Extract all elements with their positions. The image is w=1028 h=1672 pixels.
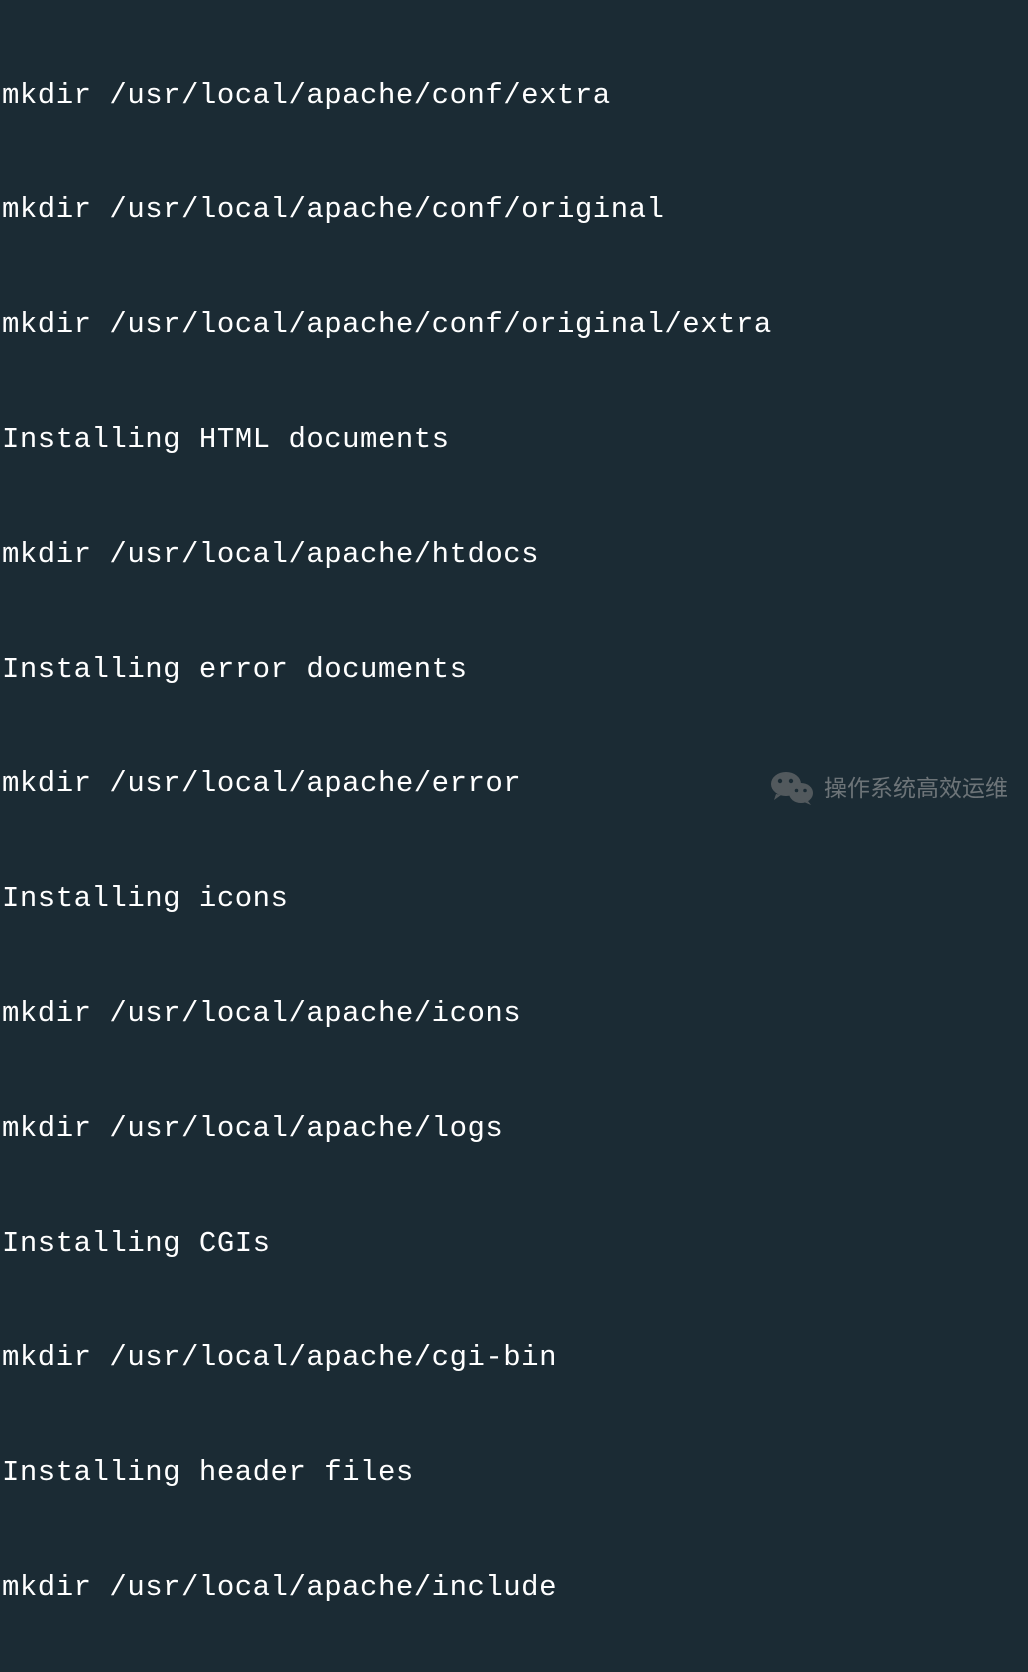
terminal-line: mkdir /usr/local/apache/conf/extra: [2, 77, 1028, 115]
terminal-line: mkdir /usr/local/apache/include: [2, 1569, 1028, 1607]
terminal-line: Installing icons: [2, 880, 1028, 918]
watermark: 操作系统高效运维: [770, 770, 1008, 806]
watermark-text: 操作系统高效运维: [824, 773, 1008, 803]
wechat-icon: [770, 770, 814, 806]
terminal-line: mkdir /usr/local/apache/cgi-bin: [2, 1339, 1028, 1377]
terminal-line: mkdir /usr/local/apache/logs: [2, 1110, 1028, 1148]
terminal-line: mkdir /usr/local/apache/conf/original/ex…: [2, 306, 1028, 344]
terminal-line: mkdir /usr/local/apache/icons: [2, 995, 1028, 1033]
terminal-line: mkdir /usr/local/apache/conf/original: [2, 191, 1028, 229]
terminal-line: Installing error documents: [2, 651, 1028, 689]
terminal-line: Installing CGIs: [2, 1225, 1028, 1263]
terminal-output: mkdir /usr/local/apache/conf/extra mkdir…: [2, 0, 1028, 1672]
terminal-line: Installing header files: [2, 1454, 1028, 1492]
terminal-line: mkdir /usr/local/apache/htdocs: [2, 536, 1028, 574]
terminal-line: Installing HTML documents: [2, 421, 1028, 459]
